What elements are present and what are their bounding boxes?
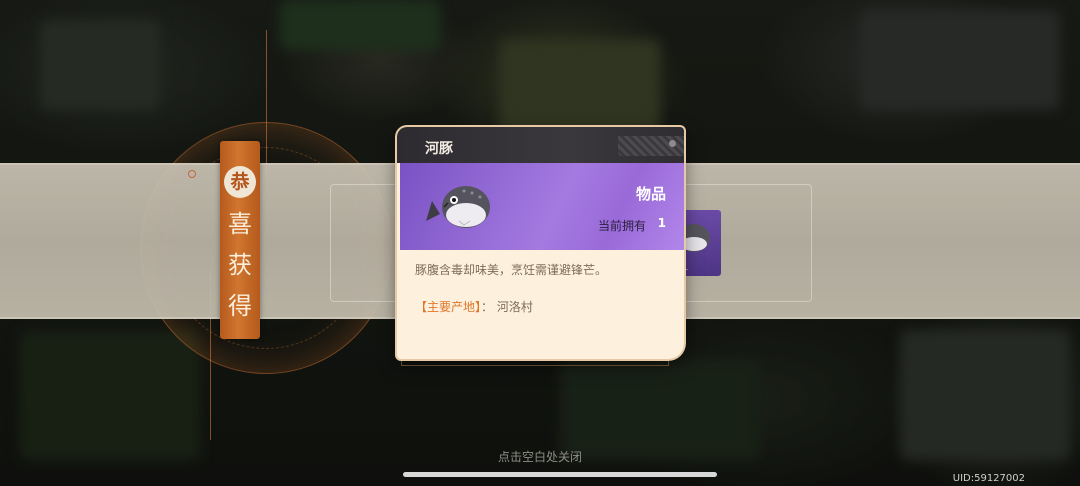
pufferfish-icon <box>426 186 490 228</box>
item-detail-popup: 河豚 物品 当前拥有 1 豚腹含毒却味美，烹饪需谨避锋芒。 【主要产地】： 河洛… <box>397 127 684 359</box>
title-ornament-dot <box>669 140 676 147</box>
popup-title-bar: 河豚 <box>397 127 684 163</box>
origin-separator: ： <box>481 300 494 314</box>
origin-value: 河洛村 <box>496 300 533 314</box>
decorative-dot <box>188 170 196 178</box>
item-description: 豚腹含毒却味美，烹饪需谨避锋芒。 <box>415 263 608 277</box>
item-header: 物品 当前拥有 1 <box>400 163 684 250</box>
congrats-seal: 恭 <box>224 166 256 198</box>
item-category: 物品 <box>635 185 666 203</box>
uid-label: UID:59127002 <box>952 473 1025 484</box>
congrats-char: 得 <box>228 292 252 320</box>
item-origin: 【主要产地】： 河洛村 <box>415 298 533 315</box>
home-indicator[interactable] <box>403 472 717 477</box>
owned-label: 当前拥有 <box>597 219 646 233</box>
owned-count: 1 <box>657 216 666 230</box>
origin-label: 【主要产地】 <box>415 300 482 314</box>
congrats-char: 获 <box>228 251 252 279</box>
congrats-char: 喜 <box>228 210 252 238</box>
close-hint: 点击空白处关闭 <box>497 450 582 464</box>
decorative-line <box>266 30 267 175</box>
item-name: 河豚 <box>425 141 453 157</box>
